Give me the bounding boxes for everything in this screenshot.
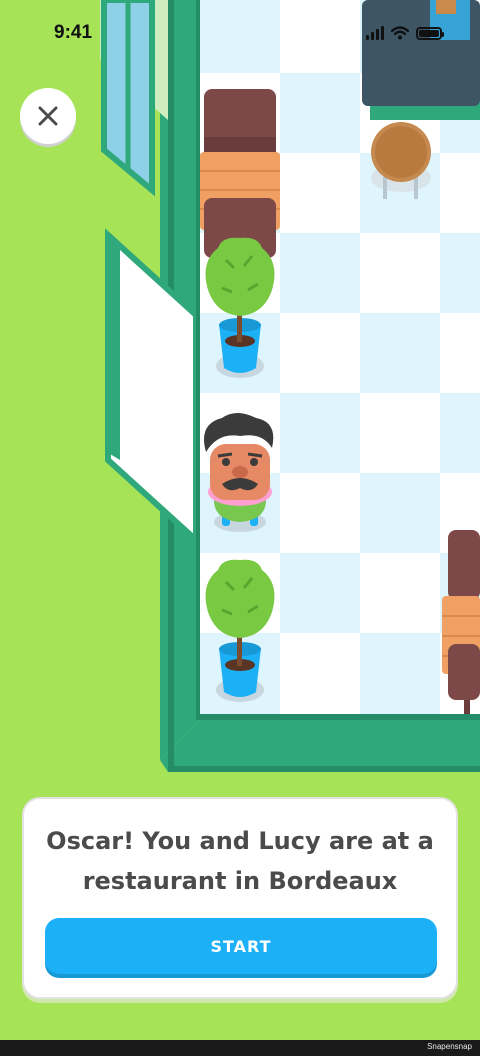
building-wall-bottom	[160, 720, 480, 772]
booth-left	[200, 89, 280, 258]
status-time: 9:41	[54, 22, 93, 43]
status-icons	[366, 26, 444, 40]
start-button[interactable]: START	[45, 918, 437, 974]
intro-message-line1: Oscar! You and Lucy are at a	[46, 827, 434, 855]
wifi-icon	[391, 26, 409, 40]
intro-card: Oscar! You and Lucy are at a restaurant …	[22, 797, 458, 999]
cellular-signal-icon	[366, 26, 384, 40]
battery-icon	[416, 26, 444, 40]
status-bar: 9:41	[0, 0, 480, 70]
intro-message: Oscar! You and Lucy are at a restaurant …	[44, 821, 436, 901]
stool	[371, 122, 431, 199]
close-icon	[38, 106, 58, 126]
bottom-bar	[0, 1040, 480, 1056]
close-button[interactable]	[20, 88, 76, 144]
watermark-text: Snapensnap	[427, 1042, 472, 1051]
intro-message-line2: restaurant in Bordeaux	[82, 867, 398, 895]
